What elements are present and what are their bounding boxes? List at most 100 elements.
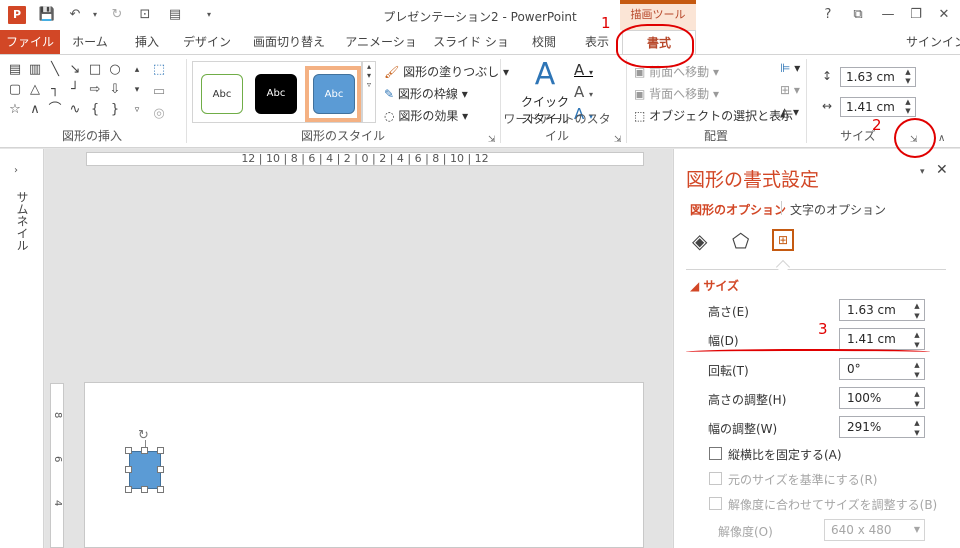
- best-scale-label: 解像度に合わせてサイズを調整する(B): [728, 498, 938, 512]
- paint-bucket-icon: 🖌: [384, 65, 400, 79]
- scale-width-input[interactable]: 291% ▲ ▼: [839, 416, 925, 438]
- minimize-icon[interactable]: —: [878, 6, 898, 24]
- ribbon-height-input[interactable]: 1.63 cm ▲ ▼: [840, 67, 916, 87]
- align-button[interactable]: ⊫ ▾: [780, 61, 800, 75]
- resize-handle[interactable]: [125, 466, 132, 473]
- spinner-arrows-icon[interactable]: ▲ ▼: [912, 418, 922, 438]
- vertical-textbox-icon[interactable]: ▥: [26, 61, 44, 79]
- resize-handle[interactable]: [141, 447, 148, 454]
- rotate-button[interactable]: ◭ ▾: [780, 105, 799, 119]
- tab-text-options[interactable]: 文字のオプション: [790, 201, 886, 218]
- line-shape-icon[interactable]: ╲: [46, 61, 64, 79]
- lock-aspect-checkbox[interactable]: [709, 447, 722, 460]
- down-arrow-shape-icon[interactable]: ⇩: [106, 81, 124, 99]
- pane-options-icon[interactable]: ▾: [920, 167, 925, 177]
- tab-review[interactable]: 校閲: [520, 30, 568, 54]
- shape-effects-button[interactable]: ◌ 図形の効果 ▾: [384, 107, 468, 124]
- spinner-arrows-icon[interactable]: ▲ ▼: [912, 301, 922, 321]
- oval-shape-icon[interactable]: ○: [106, 61, 124, 79]
- maximize-icon[interactable]: ❐: [906, 6, 926, 24]
- effects-pentagon-icon[interactable]: ⬠: [732, 229, 749, 253]
- width-input[interactable]: 1.41 cm ▲ ▼: [839, 328, 925, 350]
- arc-shape-icon[interactable]: ⌒: [46, 101, 64, 119]
- wordart-launcher-icon[interactable]: ⇲: [614, 135, 622, 145]
- size-properties-icon[interactable]: ⊞: [772, 229, 794, 251]
- gallery-up-icon[interactable]: ▴: [128, 61, 146, 79]
- tab-file[interactable]: ファイル: [0, 30, 60, 54]
- resize-handle[interactable]: [125, 486, 132, 493]
- style-sample-dark[interactable]: Abc: [255, 74, 297, 114]
- spinner-arrows-icon[interactable]: ▲ ▼: [903, 68, 913, 86]
- right-arrow-shape-icon[interactable]: ⇨: [86, 81, 104, 99]
- relative-original-label: 元のサイズを基準にする(R): [728, 473, 878, 487]
- wave-shape-icon[interactable]: ∿: [66, 101, 84, 119]
- spinner-arrows-icon[interactable]: ▲ ▼: [912, 389, 922, 409]
- tab-transitions[interactable]: 画面切り替え: [244, 30, 334, 54]
- gallery-down-icon[interactable]: ▾: [128, 81, 146, 99]
- brace-left-icon[interactable]: {: [86, 101, 104, 119]
- group-button[interactable]: ⊞ ▾: [780, 83, 800, 97]
- tab-animations[interactable]: アニメーション: [340, 30, 422, 73]
- resize-handle[interactable]: [157, 466, 164, 473]
- star-shape-icon[interactable]: ☆: [6, 101, 24, 119]
- shape-gallery[interactable]: ▤ ▥ ╲ ↘ □ ○ ▢ △ ┐ ┘ ⇨ ⇩ ☆ ∧ ⌒ ∿ { } ▴ ▾ …: [6, 61, 146, 121]
- style-gallery-scroll[interactable]: ▴ ▾ ▿: [362, 61, 376, 123]
- elbow-connector-icon[interactable]: ┐: [46, 81, 64, 99]
- tab-shape-options[interactable]: 図形のオプション: [690, 201, 786, 218]
- ribbon-width-input[interactable]: 1.41 cm ▲ ▼: [840, 97, 916, 117]
- merge-shapes-icon[interactable]: ◎: [150, 105, 168, 123]
- rotation-input[interactable]: 0° ▲ ▼: [839, 358, 925, 380]
- send-backward-button[interactable]: ▣ 背面へ移動 ▾: [634, 85, 719, 102]
- tab-view[interactable]: 表示: [574, 30, 620, 54]
- spinner-arrows-icon[interactable]: ▲ ▼: [912, 360, 922, 380]
- rounded-rect-icon[interactable]: ▢: [6, 81, 24, 99]
- help-icon[interactable]: ?: [818, 6, 838, 24]
- size-section-header[interactable]: ◢ サイズ: [690, 277, 739, 294]
- selection-pane-button[interactable]: ⬚ オブジェクトの選択と表示: [634, 107, 793, 124]
- fill-line-icon[interactable]: ◈: [692, 229, 707, 253]
- best-scale-checkbox[interactable]: [709, 497, 722, 510]
- expand-thumbnails-icon[interactable]: ›: [14, 165, 18, 176]
- brace-right-icon[interactable]: }: [106, 101, 124, 119]
- resolution-select[interactable]: 640 x 480 ▼: [824, 519, 925, 541]
- annotation-2: 2: [872, 116, 882, 134]
- collapse-ribbon-icon[interactable]: ∧: [938, 133, 945, 144]
- group-label-insert-shapes: 図形の挿入: [61, 129, 122, 143]
- elbow-arrow-icon[interactable]: ┘: [66, 81, 84, 99]
- tab-design[interactable]: デザイン: [176, 30, 238, 54]
- resize-handle[interactable]: [157, 447, 164, 454]
- spinner-arrows-icon[interactable]: ▲ ▼: [912, 330, 922, 350]
- ribbon-display-icon[interactable]: ⧉: [848, 6, 868, 24]
- textbox-shape-icon[interactable]: ▤: [6, 61, 24, 79]
- rectangle-shape-icon[interactable]: □: [86, 61, 104, 79]
- text-fill-button[interactable]: A ▾: [574, 61, 593, 79]
- height-input[interactable]: 1.63 cm ▲ ▼: [839, 299, 925, 321]
- textbox-insert-icon[interactable]: ▭: [150, 83, 168, 101]
- tab-insert[interactable]: 挿入: [122, 30, 172, 54]
- close-icon[interactable]: ✕: [934, 6, 954, 24]
- gallery-more-icon[interactable]: ▿: [128, 101, 146, 119]
- edit-shape-icon[interactable]: ⬚: [150, 61, 168, 79]
- resize-handle[interactable]: [141, 486, 148, 493]
- slide[interactable]: [84, 382, 644, 548]
- triangle-shape-icon[interactable]: △: [26, 81, 44, 99]
- shape-styles-launcher-icon[interactable]: ⇲: [488, 135, 496, 145]
- resize-handle[interactable]: [125, 447, 132, 454]
- text-outline-button[interactable]: A ▾: [574, 83, 593, 101]
- arrow-line-icon[interactable]: ↘: [66, 61, 84, 79]
- tab-home[interactable]: ホーム: [62, 30, 118, 54]
- scale-height-input[interactable]: 100% ▲ ▼: [839, 387, 925, 409]
- spinner-arrows-icon[interactable]: ▲ ▼: [903, 98, 913, 116]
- tab-slideshow[interactable]: スライド ショー: [428, 30, 514, 73]
- pane-close-icon[interactable]: ✕: [936, 162, 948, 178]
- shape-outline-button[interactable]: ✎ 図形の枠線 ▾: [384, 85, 468, 102]
- curve-shape-icon[interactable]: ∧: [26, 101, 44, 119]
- style-sample-blue[interactable]: Abc: [313, 74, 355, 114]
- resize-handle[interactable]: [157, 486, 164, 493]
- group-label-shape-styles: 図形のスタイル: [300, 129, 385, 143]
- rotate-handle-icon[interactable]: ↻: [138, 428, 149, 443]
- style-sample-outline[interactable]: Abc: [201, 74, 243, 114]
- shape-fill-button[interactable]: 🖌 図形の塗りつぶし ▾: [384, 63, 509, 80]
- relative-original-checkbox[interactable]: [709, 472, 722, 485]
- signin-link[interactable]: サインイン: [906, 30, 960, 54]
